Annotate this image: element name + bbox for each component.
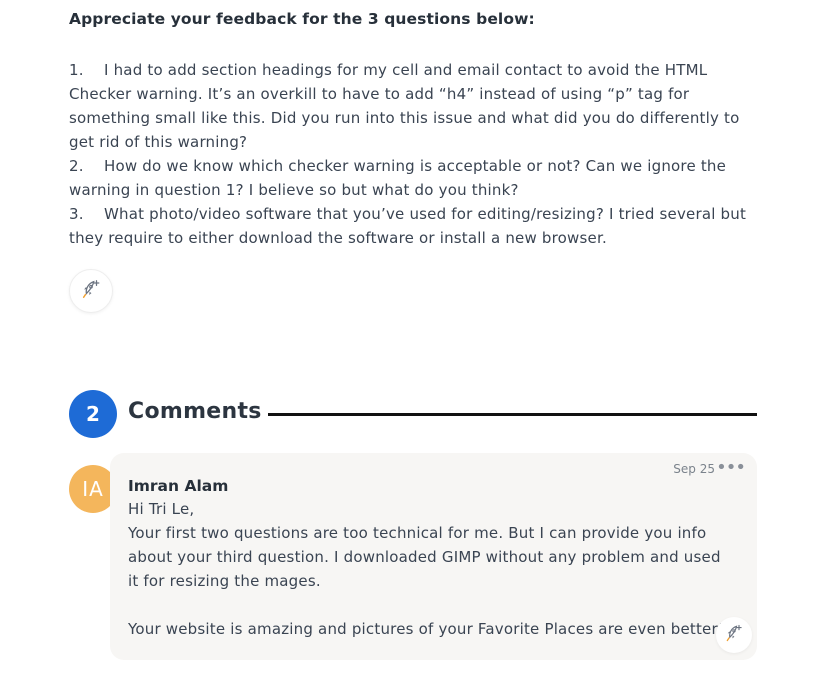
comment-line (128, 593, 728, 617)
question-number: 3. (69, 205, 84, 223)
comment-line: it for resizing the mages. (128, 572, 321, 590)
comment-line: Hi Tri Le, (128, 500, 195, 518)
question-text: How do we know which checker warning is … (69, 157, 727, 199)
comment-line: Your website is amazing and pictures of … (128, 620, 725, 638)
comment-date: Sep 25 (673, 462, 715, 476)
comment-add-reaction-button[interactable] (716, 617, 752, 653)
comment-line: Your first two questions are too technic… (128, 524, 707, 542)
question-number: 1. (69, 61, 84, 79)
comment-body: Hi Tri Le, Your first two questions are … (128, 497, 728, 641)
question-number: 2. (69, 157, 84, 175)
post-heading: Appreciate your feedback for the 3 quest… (69, 10, 535, 28)
question-item: 1. I had to add section headings for my c… (69, 58, 759, 154)
more-options-icon[interactable]: ••• (716, 459, 746, 477)
comments-title: Comments (128, 399, 262, 424)
question-text: What photo/video software that you’ve us… (69, 205, 747, 247)
question-list: 1. I had to add section headings for my c… (69, 58, 759, 250)
question-item: 2. How do we know which checker warning i… (69, 154, 759, 202)
comments-header: 2 Comments (69, 390, 757, 438)
comment-line: about your third question. I downloaded … (128, 548, 721, 566)
comment-author[interactable]: Imran Alam (128, 477, 228, 495)
rocket-add-reaction-icon (80, 278, 102, 304)
question-item: 3. What photo/video software that you’ve … (69, 202, 759, 250)
add-reaction-button[interactable] (69, 269, 113, 313)
comment-count-badge: 2 (69, 390, 117, 438)
comments-divider (268, 413, 757, 416)
rocket-add-reaction-icon (724, 623, 744, 647)
question-text: I had to add section headings for my cel… (69, 61, 740, 151)
comment-card: Sep 25 ••• Imran Alam Hi Tri Le, Your fi… (110, 453, 757, 660)
